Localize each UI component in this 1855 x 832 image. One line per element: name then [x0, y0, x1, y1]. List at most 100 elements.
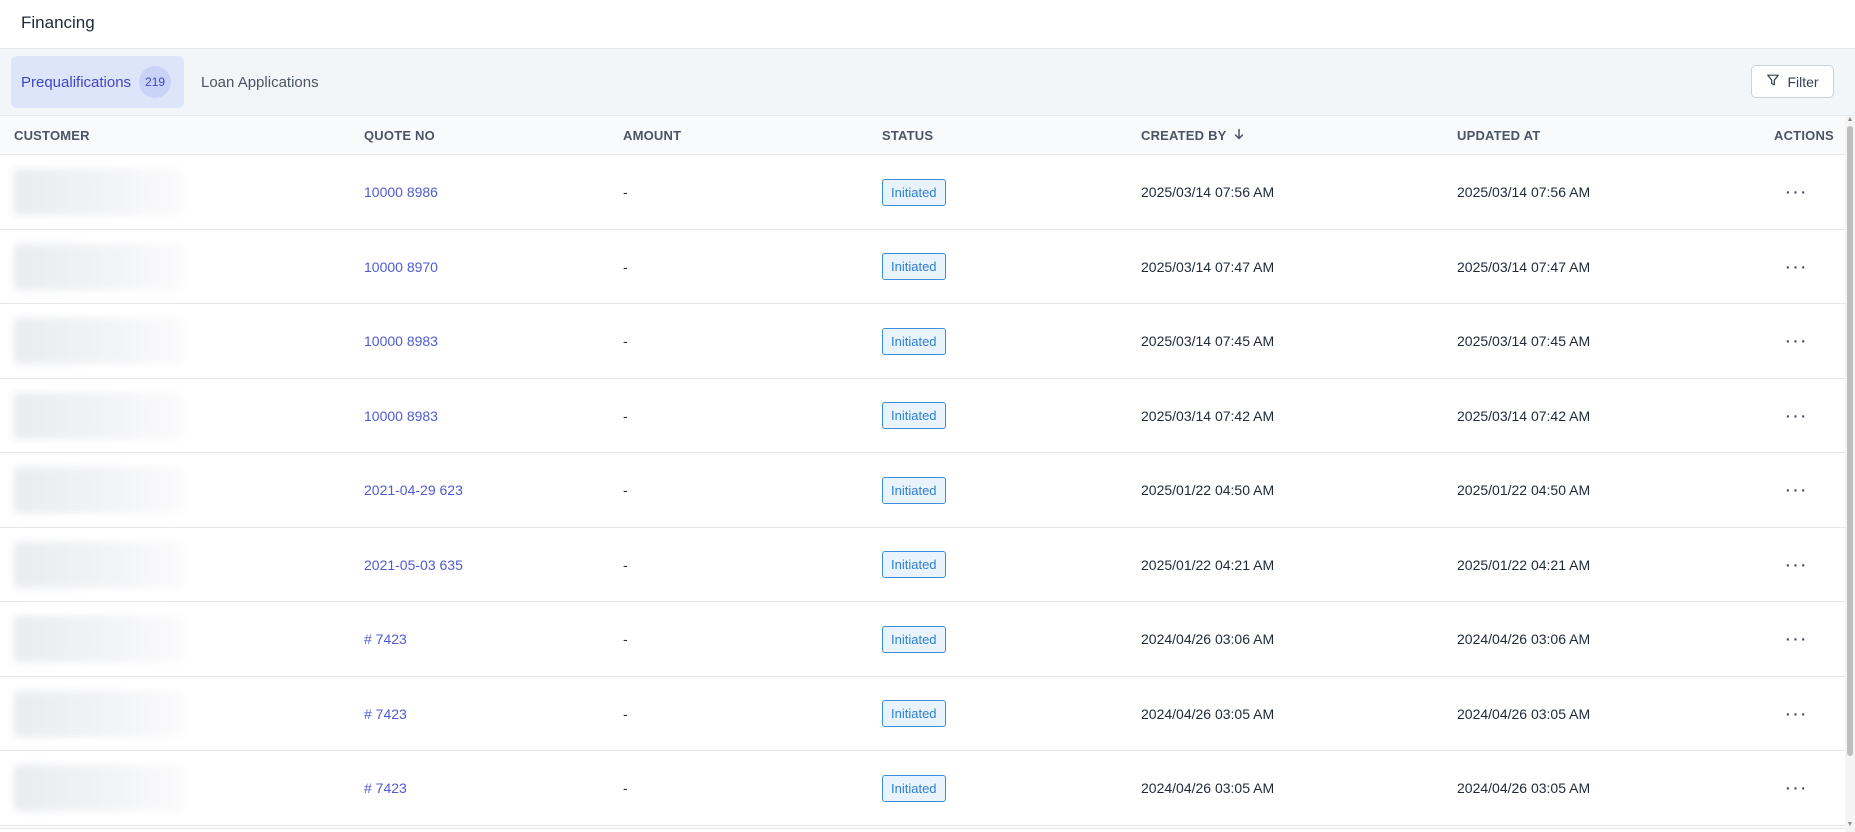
column-header-amount[interactable]: AMOUNT: [623, 116, 681, 155]
created-by-value: 2025/03/14 07:56 AM: [1141, 184, 1275, 200]
status-badge: Initiated: [882, 402, 946, 429]
customer-name-redacted: [14, 541, 184, 588]
tab-prequalifications[interactable]: Prequalifications 219: [11, 56, 184, 108]
more-actions-button[interactable]: ···: [1778, 702, 1814, 726]
more-actions-button[interactable]: ···: [1778, 776, 1814, 800]
table-row[interactable]: 10000 8970 - Initiated 2025/03/14 07:47 …: [0, 230, 1845, 304]
quote-number-link[interactable]: # 7423: [364, 706, 407, 722]
customer-name-redacted: [14, 467, 184, 513]
column-header-label: CREATED BY: [1141, 128, 1227, 143]
filter-button[interactable]: Filter: [1751, 65, 1834, 98]
filter-label: Filter: [1787, 73, 1819, 90]
more-actions-button[interactable]: ···: [1778, 627, 1814, 651]
tab-label: Prequalifications: [21, 73, 132, 91]
amount-value: -: [623, 407, 628, 424]
quote-number-link[interactable]: # 7423: [364, 780, 407, 796]
table-row[interactable]: # 7423 - Initiated 2024/04/26 03:06 AM 2…: [0, 602, 1845, 677]
updated-at-value: 2025/03/14 07:47 AM: [1457, 258, 1591, 275]
table-row[interactable]: # 7423 - Initiated 2024/04/26 03:05 AM 2…: [0, 677, 1845, 751]
created-by-value: 2025/03/14 07:45 AM: [1141, 333, 1275, 349]
amount-value: -: [623, 482, 628, 498]
amount-value: -: [623, 705, 628, 722]
created-by-value: 2025/01/22 04:50 AM: [1141, 482, 1275, 498]
arrow-down-icon: [1227, 128, 1245, 143]
amount-value: -: [623, 333, 628, 349]
page-title: Financing: [21, 13, 95, 32]
status-badge: Initiated: [882, 625, 946, 653]
page-header: Financing: [0, 0, 1855, 49]
tab-bar: Prequalifications 219 Loan Applications …: [0, 49, 1855, 116]
status-badge: Initiated: [882, 476, 946, 504]
funnel-icon: [1766, 73, 1780, 90]
ellipsis-icon: ···: [1784, 702, 1808, 725]
column-header-created-by[interactable]: CREATED BY: [1141, 116, 1245, 155]
amount-value: -: [623, 631, 628, 647]
updated-at-value: 2024/04/26 03:05 AM: [1457, 780, 1591, 796]
ellipsis-icon: ···: [1784, 255, 1808, 278]
ellipsis-icon: ···: [1784, 628, 1808, 650]
customer-name-redacted: [14, 392, 184, 439]
quote-number-link[interactable]: 10000 8983: [364, 408, 438, 424]
updated-at-value: 2025/03/14 07:56 AM: [1457, 184, 1591, 200]
status-badge: Initiated: [882, 327, 946, 355]
created-by-value: 2024/04/26 03:06 AM: [1141, 631, 1275, 647]
created-by-value: 2025/01/22 04:21 AM: [1141, 556, 1275, 573]
quote-number-link[interactable]: 10000 8983: [364, 333, 438, 349]
column-header-updated-at[interactable]: UPDATED AT: [1457, 116, 1540, 155]
more-actions-button[interactable]: ···: [1778, 180, 1814, 204]
scroll-up-icon[interactable]: ▲: [1846, 116, 1854, 124]
column-header-actions: ACTIONS: [1774, 128, 1834, 143]
customer-name-redacted: [14, 616, 184, 662]
table-body: 10000 8986 - Initiated 2025/03/14 07:56 …: [0, 155, 1845, 826]
created-by-value: 2025/03/14 07:47 AM: [1141, 258, 1275, 275]
table-row[interactable]: 2021-05-03 635 - Initiated 2025/01/22 04…: [0, 528, 1845, 602]
ellipsis-icon: ···: [1784, 181, 1808, 203]
status-badge: Initiated: [882, 700, 946, 727]
amount-value: -: [623, 258, 628, 275]
ellipsis-icon: ···: [1784, 479, 1808, 501]
quote-number-link[interactable]: 2021-05-03 635: [364, 557, 463, 573]
divider: [0, 828, 1845, 829]
scroll-thumb[interactable]: [1847, 126, 1853, 756]
updated-at-value: 2025/03/14 07:42 AM: [1457, 407, 1591, 424]
quote-number-link[interactable]: 10000 8970: [364, 259, 438, 275]
tab-label: Loan Applications: [201, 73, 319, 91]
created-by-value: 2024/04/26 03:05 AM: [1141, 780, 1275, 796]
amount-value: -: [623, 780, 628, 796]
status-badge: Initiated: [882, 253, 946, 280]
amount-value: -: [623, 556, 628, 573]
table-row[interactable]: 10000 8983 - Initiated 2025/03/14 07:42 …: [0, 379, 1845, 453]
created-by-value: 2025/03/14 07:42 AM: [1141, 407, 1275, 424]
quote-number-link[interactable]: # 7423: [364, 631, 407, 647]
more-actions-button[interactable]: ···: [1778, 255, 1814, 279]
more-actions-button[interactable]: ···: [1778, 329, 1814, 353]
ellipsis-icon: ···: [1784, 330, 1808, 352]
created-by-value: 2024/04/26 03:05 AM: [1141, 705, 1275, 722]
table-header: CUSTOMER QUOTE NO AMOUNT STATUS CREATED …: [0, 116, 1855, 155]
status-badge: Initiated: [882, 774, 946, 802]
more-actions-button[interactable]: ···: [1778, 404, 1814, 428]
updated-at-value: 2024/04/26 03:05 AM: [1457, 705, 1591, 722]
updated-at-value: 2025/01/22 04:50 AM: [1457, 482, 1591, 498]
column-header-status[interactable]: STATUS: [882, 116, 933, 155]
more-actions-button[interactable]: ···: [1778, 478, 1814, 502]
quote-number-link[interactable]: 2021-04-29 623: [364, 482, 463, 498]
tab-loan-applications[interactable]: Loan Applications: [191, 56, 329, 108]
column-header-quote-no[interactable]: QUOTE NO: [364, 116, 435, 155]
scroll-down-icon[interactable]: ▼: [1846, 821, 1854, 829]
updated-at-value: 2024/04/26 03:06 AM: [1457, 631, 1591, 647]
table-row[interactable]: 2021-04-29 623 - Initiated 2025/01/22 04…: [0, 453, 1845, 528]
status-badge: Initiated: [882, 551, 946, 578]
updated-at-value: 2025/03/14 07:45 AM: [1457, 333, 1591, 349]
table-row[interactable]: 10000 8986 - Initiated 2025/03/14 07:56 …: [0, 155, 1845, 230]
customer-name-redacted: [14, 765, 184, 811]
ellipsis-icon: ···: [1784, 553, 1808, 576]
ellipsis-icon: ···: [1784, 777, 1808, 799]
column-header-customer[interactable]: CUSTOMER: [14, 116, 90, 155]
table-row[interactable]: 10000 8983 - Initiated 2025/03/14 07:45 …: [0, 304, 1845, 379]
quote-number-link[interactable]: 10000 8986: [364, 184, 438, 200]
table-row[interactable]: # 7423 - Initiated 2024/04/26 03:05 AM 2…: [0, 751, 1845, 826]
more-actions-button[interactable]: ···: [1778, 553, 1814, 577]
vertical-scrollbar[interactable]: ▲ ▼: [1845, 116, 1855, 832]
customer-name-redacted: [14, 243, 184, 290]
